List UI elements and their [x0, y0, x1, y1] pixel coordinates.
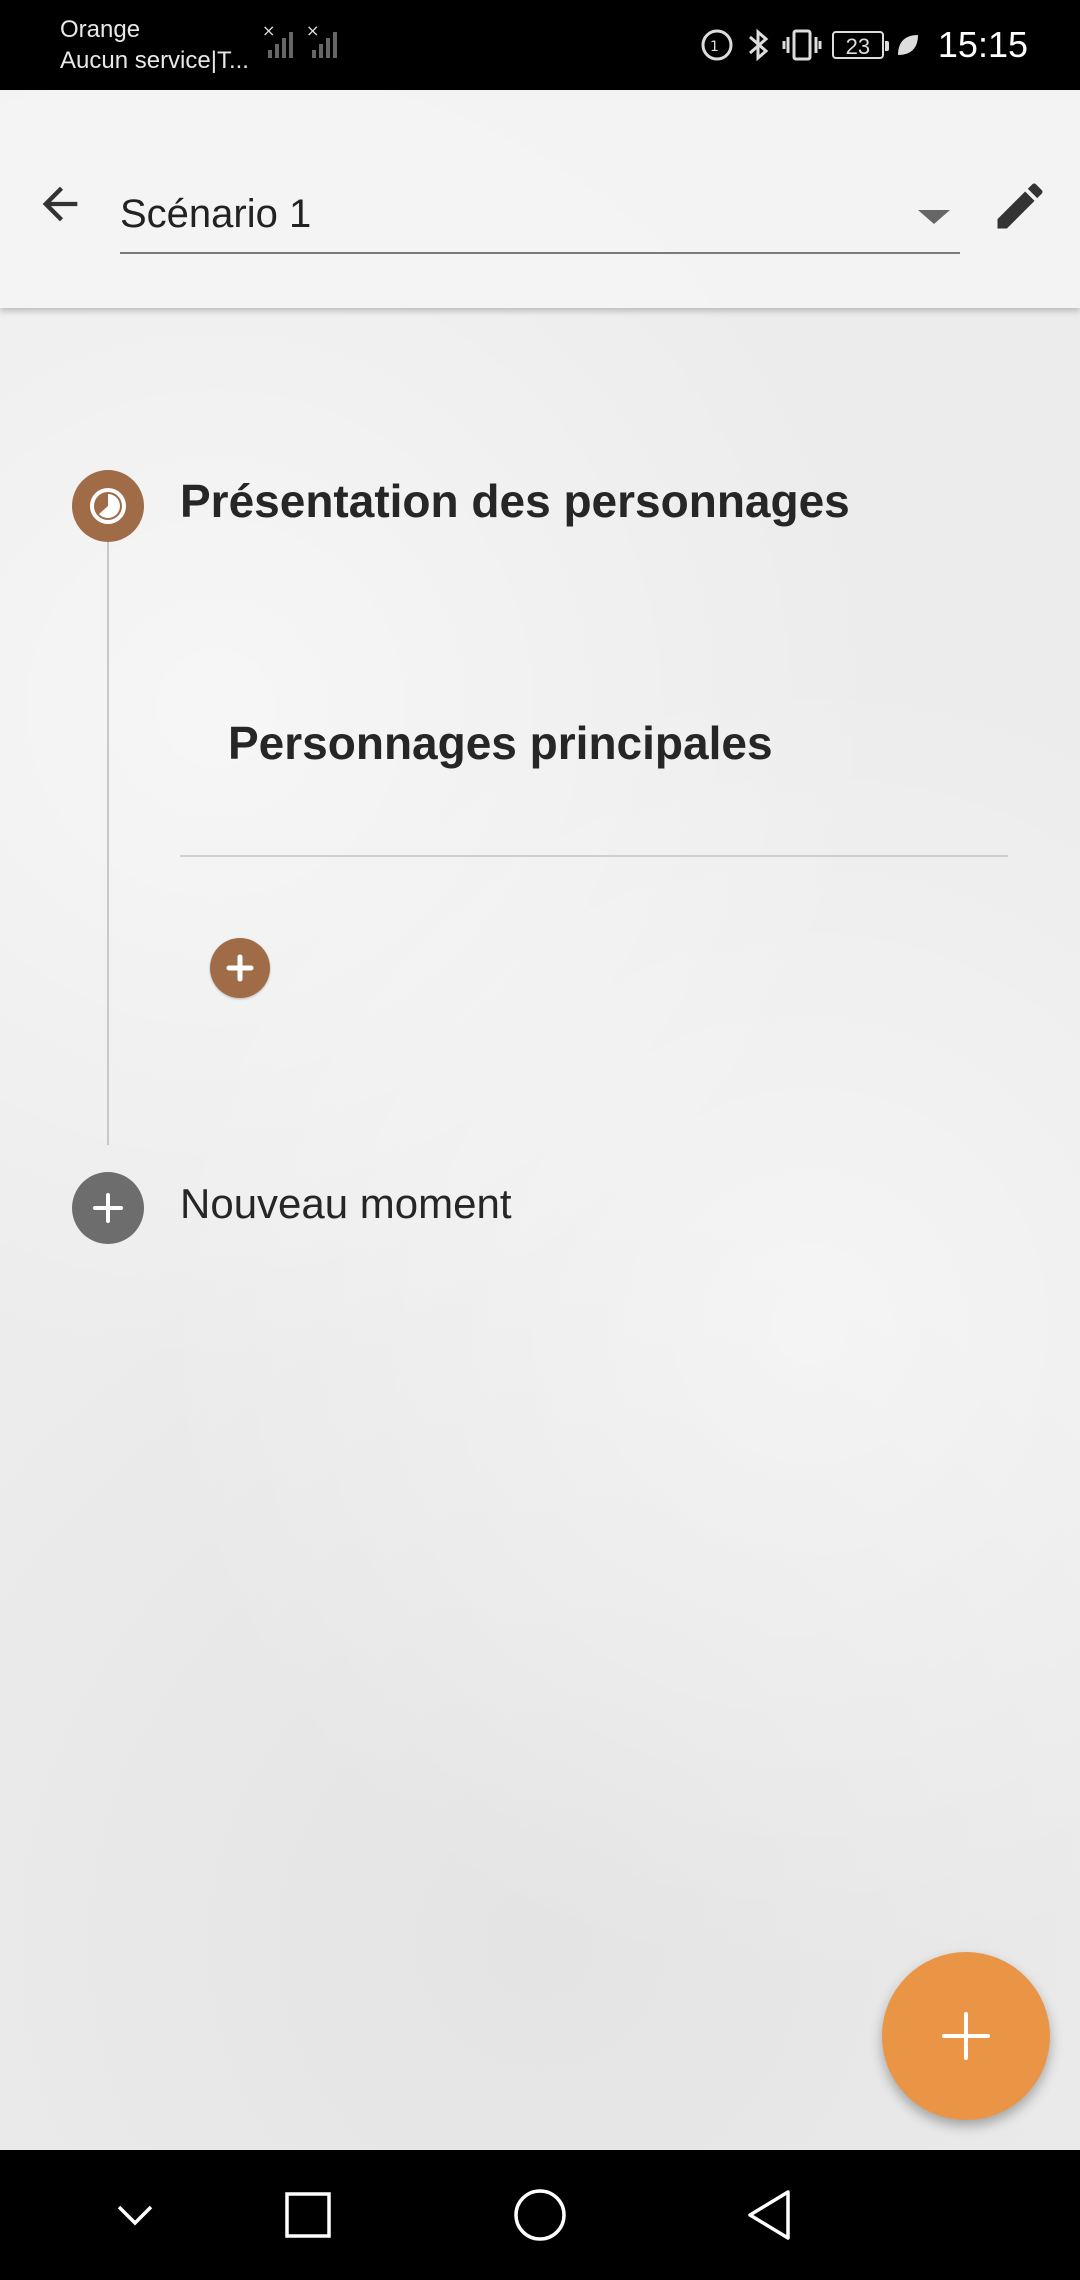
status-bar: Orange Aucun service|T... × × 1 23 15:15 [0, 0, 1080, 90]
new-moment-label[interactable]: Nouveau moment [180, 1180, 512, 1228]
bluetooth-icon [748, 28, 769, 62]
new-moment-button[interactable] [72, 1172, 144, 1244]
pencil-icon [997, 183, 1043, 229]
svg-text:×: × [306, 24, 319, 40]
carrier-name: Orange [60, 16, 141, 43]
back-button[interactable] [22, 166, 98, 242]
triangle-back-icon [748, 2190, 790, 2240]
timeline-connector [107, 475, 109, 1145]
add-item-button[interactable] [210, 938, 270, 998]
svg-text:1: 1 [710, 39, 719, 55]
svg-text:×: × [262, 24, 275, 40]
clock-icon [90, 488, 126, 524]
battery-indicator: 23 [831, 31, 889, 59]
plus-icon [942, 2012, 990, 2060]
nav-hide-button[interactable] [95, 2175, 175, 2255]
circle-icon [514, 2189, 566, 2241]
square-icon [285, 2192, 331, 2238]
signal-sim1-icon: × [262, 24, 293, 58]
plus-icon [226, 954, 254, 982]
moment-marker[interactable] [72, 470, 144, 542]
leaf-icon [897, 35, 918, 55]
data-saver-icon: 1 [701, 29, 733, 61]
nav-recents-button[interactable] [268, 2175, 348, 2255]
nav-back-button[interactable] [730, 2175, 810, 2255]
scenario-selected-label: Scénario 1 [120, 192, 312, 236]
scenario-dropdown[interactable]: Scénario 1 [120, 178, 960, 254]
vibrate-icon [782, 29, 822, 61]
system-navigation-bar [0, 2150, 1080, 2280]
arrow-left-icon [42, 186, 78, 222]
carrier-info: Orange Aucun service|T... [60, 14, 249, 76]
status-icons: 1 23 15:15 [700, 20, 1028, 70]
add-fab-button[interactable] [882, 1952, 1050, 2120]
status-time: 15:15 [937, 24, 1028, 65]
card-title[interactable]: Personnages principales [228, 716, 773, 770]
carrier-status: Aucun service|T... [60, 47, 249, 74]
edit-button[interactable] [980, 166, 1060, 246]
caret-down-icon [918, 210, 950, 224]
chevron-down-icon [117, 2205, 153, 2226]
card-divider [180, 855, 1008, 857]
plus-icon [93, 1193, 123, 1223]
app-content: Scénario 1 Présentation des personnages … [0, 90, 1080, 2150]
top-app-bar: Scénario 1 [0, 90, 1080, 308]
signal-sim2-icon: × [306, 24, 337, 58]
moment-title[interactable]: Présentation des personnages [180, 474, 850, 528]
nav-home-button[interactable] [500, 2175, 580, 2255]
